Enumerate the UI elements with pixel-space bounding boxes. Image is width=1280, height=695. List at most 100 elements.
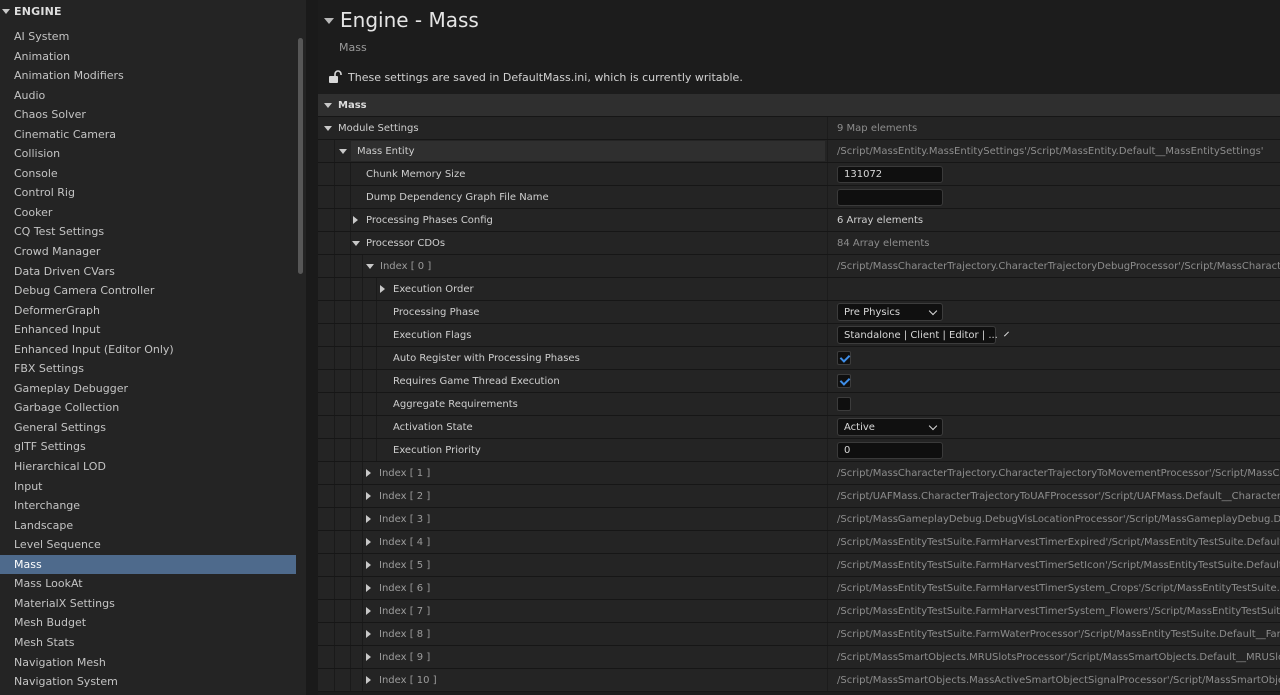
auto-register-checkbox[interactable] xyxy=(837,351,851,365)
property-value: /Script/MassEntityTestSuite.FarmHarvestT… xyxy=(837,536,1280,548)
page-subtitle: Mass xyxy=(339,41,367,54)
page-title: Engine - Mass xyxy=(340,8,479,32)
expand-arrow-icon[interactable] xyxy=(339,148,347,154)
property-label: Index [ 0 ] xyxy=(380,260,432,272)
sidebar-item-cinematic-camera[interactable]: Cinematic Camera xyxy=(0,125,296,145)
sidebar-item-console[interactable]: Console xyxy=(0,164,296,184)
sidebar-item-mass-lookat[interactable]: Mass LookAt xyxy=(0,574,296,594)
config-info-row: These settings are saved in DefaultMass.… xyxy=(328,68,743,86)
collapse-arrow-icon xyxy=(324,18,334,24)
sidebar-item-animation[interactable]: Animation xyxy=(0,47,296,67)
settings-sidebar: ENGINE AI System Animation Animation Modif… xyxy=(0,0,306,695)
processor-cdos-row[interactable]: Processor CDOs 84 Array elements xyxy=(318,232,1280,255)
property-value: /Script/MassGameplayDebug.DebugVisLocati… xyxy=(837,513,1280,525)
sidebar-scrollbar[interactable] xyxy=(298,38,303,274)
activation-state-dropdown[interactable]: Active xyxy=(837,418,943,436)
sidebar-item-general-settings[interactable]: General Settings xyxy=(0,418,296,438)
index-5-row[interactable]: Index [ 5 ] /Script/MassEntityTestSuite.F… xyxy=(318,554,1280,577)
expand-arrow-icon[interactable] xyxy=(366,630,371,638)
processing-phase-row: Processing Phase Pre Physics xyxy=(318,301,1280,324)
index-9-row[interactable]: Index [ 9 ] /Script/MassSmartObjects.MRUS… xyxy=(318,646,1280,669)
index-4-row[interactable]: Index [ 4 ] /Script/MassEntityTestSuite.F… xyxy=(318,531,1280,554)
sidebar-item-navigation-mesh[interactable]: Navigation Mesh xyxy=(0,653,296,673)
expand-arrow-icon[interactable] xyxy=(366,584,371,592)
sidebar-item-materialx-settings[interactable]: MaterialX Settings xyxy=(0,594,296,614)
expand-arrow-icon[interactable] xyxy=(380,285,385,293)
category-row-mass[interactable]: Mass xyxy=(318,94,1280,117)
sidebar-item-debug-camera-controller[interactable]: Debug Camera Controller xyxy=(0,281,296,301)
dropdown-value: Active xyxy=(844,421,875,433)
expand-arrow-icon[interactable] xyxy=(366,469,371,477)
chevron-down-icon xyxy=(928,306,938,315)
sidebar-item-control-rig[interactable]: Control Rig xyxy=(0,183,296,203)
sidebar-item-fbx-settings[interactable]: FBX Settings xyxy=(0,359,296,379)
module-settings-row[interactable]: Module Settings 9 Map elements xyxy=(318,117,1280,140)
sidebar-item-mass[interactable]: Mass xyxy=(0,554,296,575)
expand-arrow-icon[interactable] xyxy=(366,515,371,523)
sidebar-item-hierarchical-lod[interactable]: Hierarchical LOD xyxy=(0,457,296,477)
sidebar-item-crowd-manager[interactable]: Crowd Manager xyxy=(0,242,296,262)
expand-arrow-icon[interactable] xyxy=(366,538,371,546)
index-0-row[interactable]: Index [ 0 ] /Script/MassCharacterTraject… xyxy=(318,255,1280,278)
sidebar-item-deformergraph[interactable]: DeformerGraph xyxy=(0,301,296,321)
expand-arrow-icon[interactable] xyxy=(366,676,371,684)
dump-graph-filename-input[interactable] xyxy=(837,188,943,206)
execution-flags-dropdown[interactable]: Standalone | Client | Editor | ... xyxy=(837,326,1009,344)
sidebar-item-landscape[interactable]: Landscape xyxy=(0,516,296,536)
index-6-row[interactable]: Index [ 6 ] /Script/MassEntityTestSuite.F… xyxy=(318,577,1280,600)
sidebar-item-data-driven-cvars[interactable]: Data Driven CVars xyxy=(0,262,296,282)
unlocked-padlock-icon[interactable] xyxy=(328,70,342,84)
sidebar-item-cooker[interactable]: Cooker xyxy=(0,203,296,223)
execution-flags-row: Execution Flags Standalone | Client | Ed… xyxy=(318,324,1280,347)
sidebar-item-cq-test-settings[interactable]: CQ Test Settings xyxy=(0,222,296,242)
sidebar-item-input[interactable]: Input xyxy=(0,477,296,497)
expand-arrow-icon[interactable] xyxy=(366,653,371,661)
expand-arrow-icon[interactable] xyxy=(366,492,371,500)
sidebar-item-interchange[interactable]: Interchange xyxy=(0,496,296,516)
index-10-row[interactable]: Index [ 10 ] /Script/MassSmartObjects.Mas… xyxy=(318,669,1280,692)
expand-arrow-icon[interactable] xyxy=(366,263,374,269)
chevron-down-icon xyxy=(1003,331,1009,336)
property-label: Index [ 9 ] xyxy=(379,651,431,663)
sidebar-item-audio[interactable]: Audio xyxy=(0,86,296,106)
property-label: Index [ 2 ] xyxy=(379,490,431,502)
expand-arrow-icon[interactable] xyxy=(352,240,360,246)
sidebar-section-header[interactable]: ENGINE xyxy=(0,0,306,22)
sidebar-item-enhanced-input[interactable]: Enhanced Input xyxy=(0,320,296,340)
processing-phases-config-row[interactable]: Processing Phases Config 6 Array element… xyxy=(318,209,1280,232)
sidebar-item-gameplay-debugger[interactable]: Gameplay Debugger xyxy=(0,379,296,399)
sidebar-item-ai-system[interactable]: AI System xyxy=(0,27,296,47)
sidebar-item-enhanced-input-editor-only[interactable]: Enhanced Input (Editor Only) xyxy=(0,340,296,360)
expand-arrow-icon[interactable] xyxy=(366,607,371,615)
sidebar-item-gltf-settings[interactable]: glTF Settings xyxy=(0,437,296,457)
title-row[interactable]: Engine - Mass xyxy=(318,0,479,40)
property-value: /Script/MassEntityTestSuite.FarmHarvestT… xyxy=(837,605,1280,617)
expand-arrow-icon[interactable] xyxy=(366,561,371,569)
sidebar-item-animation-modifiers[interactable]: Animation Modifiers xyxy=(0,66,296,86)
expand-arrow-icon[interactable] xyxy=(353,216,358,224)
sidebar-item-chaos-solver[interactable]: Chaos Solver xyxy=(0,105,296,125)
game-thread-checkbox[interactable] xyxy=(837,374,851,388)
chunk-memory-size-input[interactable]: 131072 xyxy=(837,165,943,183)
sidebar-item-mesh-stats[interactable]: Mesh Stats xyxy=(0,633,296,653)
execution-order-row[interactable]: Execution Order xyxy=(318,278,1280,301)
sidebar-item-navigation-system[interactable]: Navigation System xyxy=(0,672,296,692)
chevron-down-icon xyxy=(928,421,938,430)
index-2-row[interactable]: Index [ 2 ] /Script/UAFMass.CharacterTraj… xyxy=(318,485,1280,508)
mass-entity-row[interactable]: Mass Entity /Script/MassEntity.MassEntit… xyxy=(318,140,1280,163)
sidebar-item-collision[interactable]: Collision xyxy=(0,144,296,164)
index-3-row[interactable]: Index [ 3 ] /Script/MassGameplayDebug.Deb… xyxy=(318,508,1280,531)
expand-arrow-icon[interactable] xyxy=(324,125,332,131)
property-label: Execution Priority xyxy=(393,444,481,456)
aggregate-requirements-checkbox[interactable] xyxy=(837,397,851,411)
processing-phase-dropdown[interactable]: Pre Physics xyxy=(837,303,943,321)
index-8-row[interactable]: Index [ 8 ] /Script/MassEntityTestSuite.F… xyxy=(318,623,1280,646)
property-label: Index [ 10 ] xyxy=(379,674,437,686)
sidebar-item-level-sequence[interactable]: Level Sequence xyxy=(0,535,296,555)
sidebar-item-mesh-budget[interactable]: Mesh Budget xyxy=(0,613,296,633)
sidebar-item-garbage-collection[interactable]: Garbage Collection xyxy=(0,398,296,418)
index-1-row[interactable]: Index [ 1 ] /Script/MassCharacterTrajecto… xyxy=(318,462,1280,485)
dropdown-value: Pre Physics xyxy=(844,306,901,318)
index-7-row[interactable]: Index [ 7 ] /Script/MassEntityTestSuite.F… xyxy=(318,600,1280,623)
execution-priority-input[interactable]: 0 xyxy=(837,441,943,459)
